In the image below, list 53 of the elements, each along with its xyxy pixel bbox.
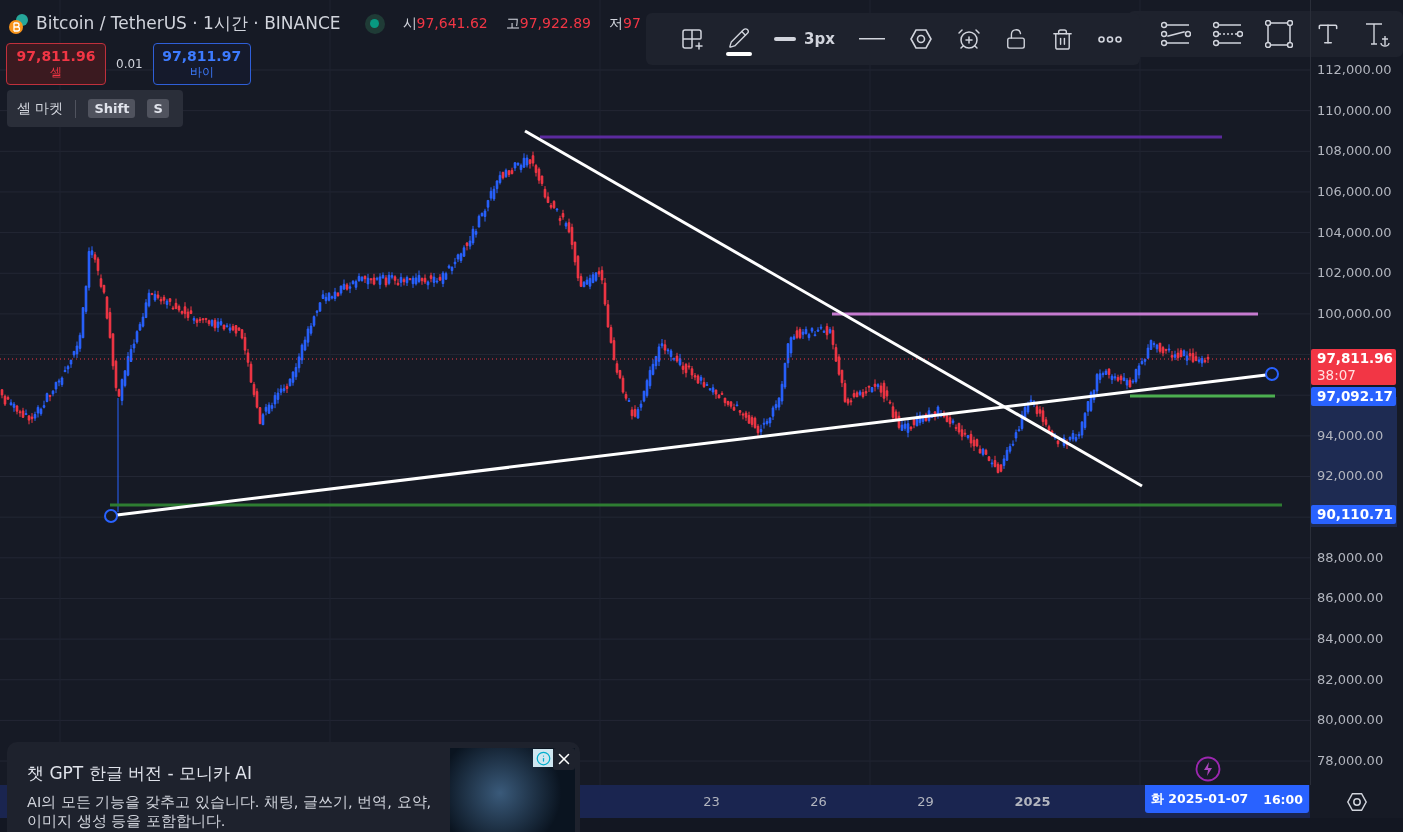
price-axis-label: 92,000.00	[1316, 467, 1385, 486]
settings-icon[interactable]	[1345, 790, 1368, 813]
anchored-text-icon[interactable]	[1363, 20, 1391, 48]
keyboard-key: S	[147, 99, 169, 118]
ohlc-value: 시97,641.62	[402, 14, 488, 33]
trend-line[interactable]	[104, 367, 1279, 523]
parallel-channel-icon[interactable]	[1161, 21, 1191, 47]
time-axis-label: 2025	[1013, 794, 1052, 809]
line-style-icon	[858, 38, 885, 40]
tooltip-text: 셀 마켓	[17, 99, 77, 118]
ad-description: AI의 모든 기능을 갖추고 있습니다. 채팅, 글쓰기, 번역, 요약, 이미지 생성 등을 포함합니다.	[27, 793, 433, 831]
price-axis-label: 108,000.00	[1316, 142, 1393, 161]
ad-image-placeholder[interactable]	[450, 748, 575, 832]
quantity-label: 0.01	[116, 57, 143, 71]
symbol-title[interactable]: Bitcoin / TetherUS · 1시간 · BINANCE	[36, 12, 341, 35]
buy-button[interactable]: 97,811.97 바이	[152, 43, 251, 85]
horizontal-line[interactable]	[1130, 394, 1275, 398]
sell-button[interactable]: 97,811.96 셀	[6, 43, 106, 85]
rectangle-icon[interactable]	[1265, 20, 1293, 48]
time-axis-label: 26	[809, 794, 828, 809]
price-axis-label: 94,000.00	[1316, 426, 1385, 445]
keyboard-key: Shift	[88, 99, 136, 118]
time-axis-label: 23	[702, 794, 721, 809]
price-axis-label: 110,000.00	[1316, 101, 1393, 120]
price-axis-label: 78,000.00	[1316, 751, 1385, 770]
trend-line[interactable]	[524, 129, 1143, 488]
ohlc-value: 고97,922.89	[505, 14, 592, 33]
line-width-button[interactable]: 3px	[770, 26, 839, 52]
price-axis-label: 102,000.00	[1316, 264, 1393, 283]
price-badge: 97,092.17	[1311, 387, 1396, 406]
horizontal-line[interactable]	[110, 503, 1282, 507]
price-axis-label: 104,000.00	[1316, 223, 1393, 242]
time-axis-label: 29	[916, 794, 935, 809]
price-axis-label: 112,000.00	[1316, 61, 1393, 79]
parallel-channel-icon[interactable]	[1213, 21, 1243, 47]
lightning-icon[interactable]	[1195, 756, 1221, 782]
ad-title[interactable]: 챗 GPT 한글 버전 - 모니카 AI	[27, 762, 438, 785]
more-icon	[1097, 35, 1122, 43]
line-width-icon	[774, 37, 796, 41]
price-axis-label: 84,000.00	[1316, 630, 1385, 648]
price-axis-label: 80,000.00	[1316, 711, 1385, 730]
ohlc-value: 저 97	[609, 14, 641, 33]
price-badge: 97,811.96 38:07	[1311, 349, 1396, 385]
price-badge: 90,110.71	[1311, 505, 1396, 524]
price-axis-label: 88,000.00	[1316, 548, 1385, 567]
price-axis-label: 100,000.00	[1316, 304, 1393, 323]
advertisement-card[interactable]: 챗 GPT 한글 버전 - 모니카 AI AI의 모든 기능을 갖추고 있습니다. 채팅, 글쓰기, 번역, 요약, 이미지 생성 등을 포함합니다.	[7, 742, 580, 832]
price-axis-label: 86,000.00	[1316, 589, 1385, 608]
bitcoin-logo-icon	[8, 12, 30, 35]
price-axis-label: 106,000.00	[1316, 182, 1393, 201]
info-icon	[535, 750, 551, 766]
crosshair-time-label: 화 2025-01-07 16:00	[1145, 785, 1309, 813]
price-axis-label: 82,000.00	[1316, 670, 1385, 689]
